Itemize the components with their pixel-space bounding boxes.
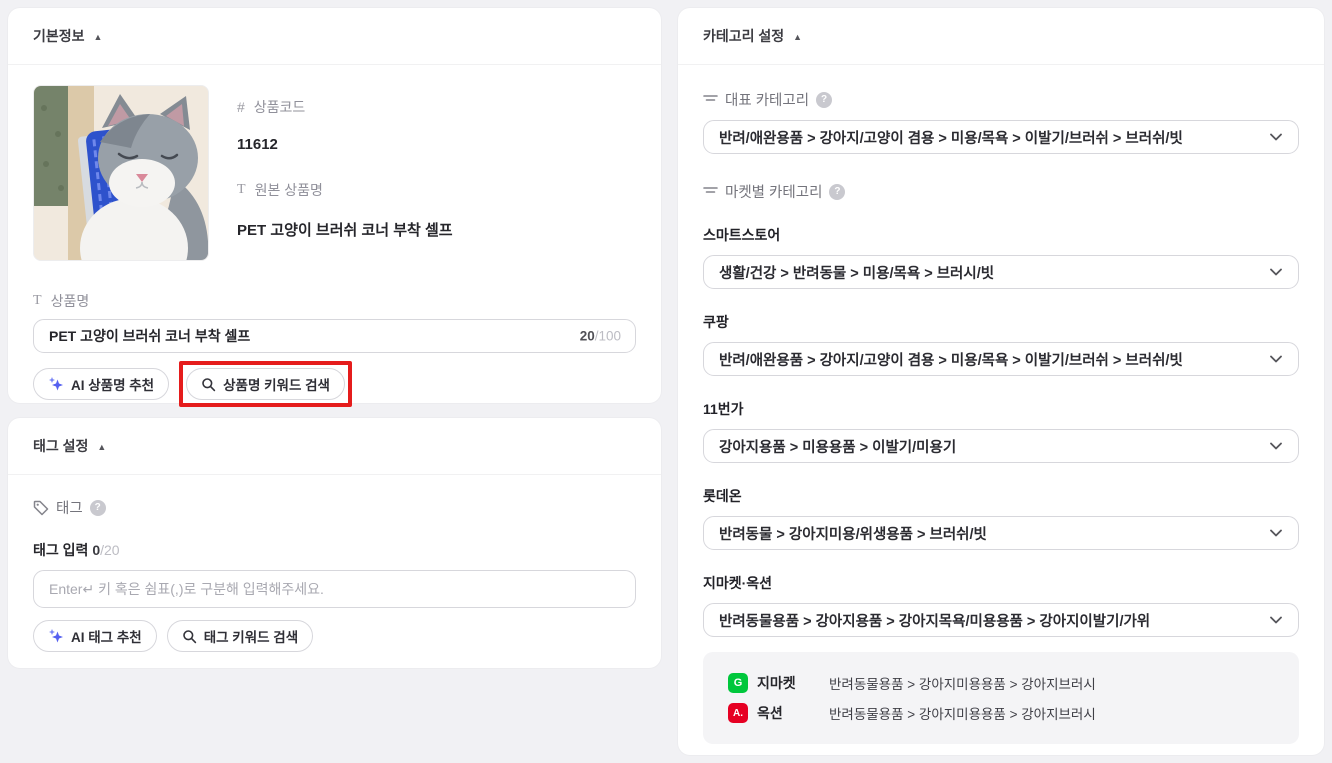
original-name-label: 원본 상품명 <box>254 182 323 198</box>
original-name-value: PET 고양이 브러쉬 코너 부착 셀프 <box>237 222 453 239</box>
name-keyword-search-button[interactable]: 상품명 키워드 검색 <box>186 368 345 400</box>
market-name-11st: 11번가 <box>703 401 744 417</box>
tag-label: 태그 <box>56 501 83 517</box>
chevron-down-icon <box>1270 355 1282 363</box>
product-name-label: 상품명 <box>50 293 90 309</box>
tag-input[interactable] <box>33 570 636 608</box>
auction-name: 옥션 <box>757 705 783 721</box>
filter-icon <box>703 94 718 101</box>
tag-settings-card: 태그 설정 ▲ 태그 ? 태그 입력 0/20 AI 태그 추천 <box>8 418 661 668</box>
market-name-gmarket-auction: 지마켓·옥션 <box>703 575 773 591</box>
original-name-label-row: T 원본 상품명 <box>237 180 453 200</box>
product-code-label: 상품코드 <box>253 99 306 115</box>
search-icon <box>182 629 196 643</box>
help-icon[interactable]: ? <box>816 91 833 108</box>
product-code-label-row: # 상품코드 <box>237 97 453 117</box>
ai-tag-suggest-button[interactable]: AI 태그 추천 <box>33 620 157 652</box>
chevron-down-icon <box>1270 616 1282 624</box>
gmarket-category-path: 반려동물용품 > 강아지미용용품 > 강아지브러시 <box>829 677 1096 692</box>
main-category-select[interactable]: 반려/애완용품 > 강아지/고양이 겸용 > 미용/목욕 > 이발기/브러쉬 >… <box>703 120 1299 154</box>
category-settings-title: 카테고리 설정 <box>703 28 785 44</box>
market-name-coupang: 쿠팡 <box>703 314 729 330</box>
gmarket-badge-icon: G <box>728 673 748 693</box>
gmarket-name: 지마켓 <box>757 675 796 691</box>
market-name-lotteon: 롯데온 <box>703 488 742 504</box>
basic-info-card: 기본정보 ▲ # 상품코드 11612 T 원본 상품명 PET 고양이 브러쉬… <box>8 8 661 407</box>
linked-row-auction: A. 옥션 반려동물용품 > 강아지미용용품 > 강아지브러시 <box>728 698 1274 728</box>
tag-keyword-search-button[interactable]: 태그 키워드 검색 <box>166 620 314 652</box>
auction-category-path: 반려동물용품 > 강아지미용용품 > 강아지브러시 <box>829 707 1096 722</box>
ai-sparkle-icon <box>49 377 63 391</box>
cat-brush-product-image <box>34 86 208 260</box>
tag-label-row: 태그 ? <box>33 497 636 518</box>
text-icon: T <box>33 293 42 308</box>
auction-badge-icon: A. <box>728 703 748 723</box>
smartstore-category-select[interactable]: 생활/건강 > 반려동물 > 미용/목욕 > 브러시/빗 <box>703 255 1299 289</box>
ai-sparkle-icon <box>49 629 63 643</box>
chevron-down-icon <box>1270 442 1282 450</box>
text-icon: T <box>237 182 246 197</box>
main-category-label: 대표 카테고리 <box>725 93 810 109</box>
basic-info-header[interactable]: 기본정보 ▲ <box>8 8 661 65</box>
chevron-down-icon <box>1270 268 1282 276</box>
collapse-icon: ▲ <box>93 31 103 42</box>
chevron-down-icon <box>1270 133 1282 141</box>
basic-info-title: 기본정보 <box>33 28 85 44</box>
collapse-icon: ▲ <box>97 441 107 452</box>
product-code-value: 11612 <box>237 136 278 153</box>
category-settings-card: 카테고리 설정 ▲ 대표 카테고리 ? 반려/애완용품 > 강아지/고양이 겸용… <box>678 8 1324 755</box>
lotteon-category-select[interactable]: 반려동물 > 강아지미용/위생용품 > 브러쉬/빗 <box>703 516 1299 550</box>
annotation-red-box: 상품명 키워드 검색 <box>179 361 352 407</box>
name-label-row: T 상품명 <box>33 291 636 311</box>
collapse-icon: ▲ <box>793 31 803 42</box>
search-icon <box>202 377 216 391</box>
market-name-smartstore: 스마트스토어 <box>703 227 781 243</box>
linked-row-gmarket: G 지마켓 반려동물용품 > 강아지미용용품 > 강아지브러시 <box>728 668 1274 698</box>
main-category-label-row: 대표 카테고리 ? <box>703 89 1299 110</box>
category-settings-header[interactable]: 카테고리 설정 ▲ <box>678 8 1324 65</box>
tag-input-label-row: 태그 입력 0/20 <box>33 542 120 558</box>
tag-settings-title: 태그 설정 <box>33 438 89 454</box>
coupang-category-select[interactable]: 반려/애완용품 > 강아지/고양이 겸용 > 미용/목욕 > 이발기/브러쉬 >… <box>703 342 1299 376</box>
tag-icon <box>33 500 49 515</box>
product-image <box>33 85 209 261</box>
product-name-input[interactable] <box>33 319 636 353</box>
chevron-down-icon <box>1270 529 1282 537</box>
filter-icon <box>703 186 718 193</box>
help-icon[interactable]: ? <box>89 499 106 516</box>
ai-name-suggest-button[interactable]: AI 상품명 추천 <box>33 368 170 400</box>
tag-input-label: 태그 입력 <box>33 542 89 558</box>
market-category-label: 마켓별 카테고리 <box>725 185 823 201</box>
tag-settings-header[interactable]: 태그 설정 ▲ <box>8 418 661 475</box>
11st-category-select[interactable]: 강아지용품 > 미용용품 > 이발기/미용기 <box>703 429 1299 463</box>
hash-icon: # <box>237 99 245 115</box>
help-icon[interactable]: ? <box>829 183 846 200</box>
name-char-counter: 20/100 <box>579 328 621 344</box>
linked-categories-box: G 지마켓 반려동물용품 > 강아지미용용품 > 강아지브러시 A. 옥션 반려… <box>703 652 1299 744</box>
market-category-label-row: 마켓별 카테고리 ? <box>703 181 1299 202</box>
gmarket-auction-category-select[interactable]: 반려동물용품 > 강아지용품 > 강아지목욕/미용용품 > 강아지이발기/가위 <box>703 603 1299 637</box>
